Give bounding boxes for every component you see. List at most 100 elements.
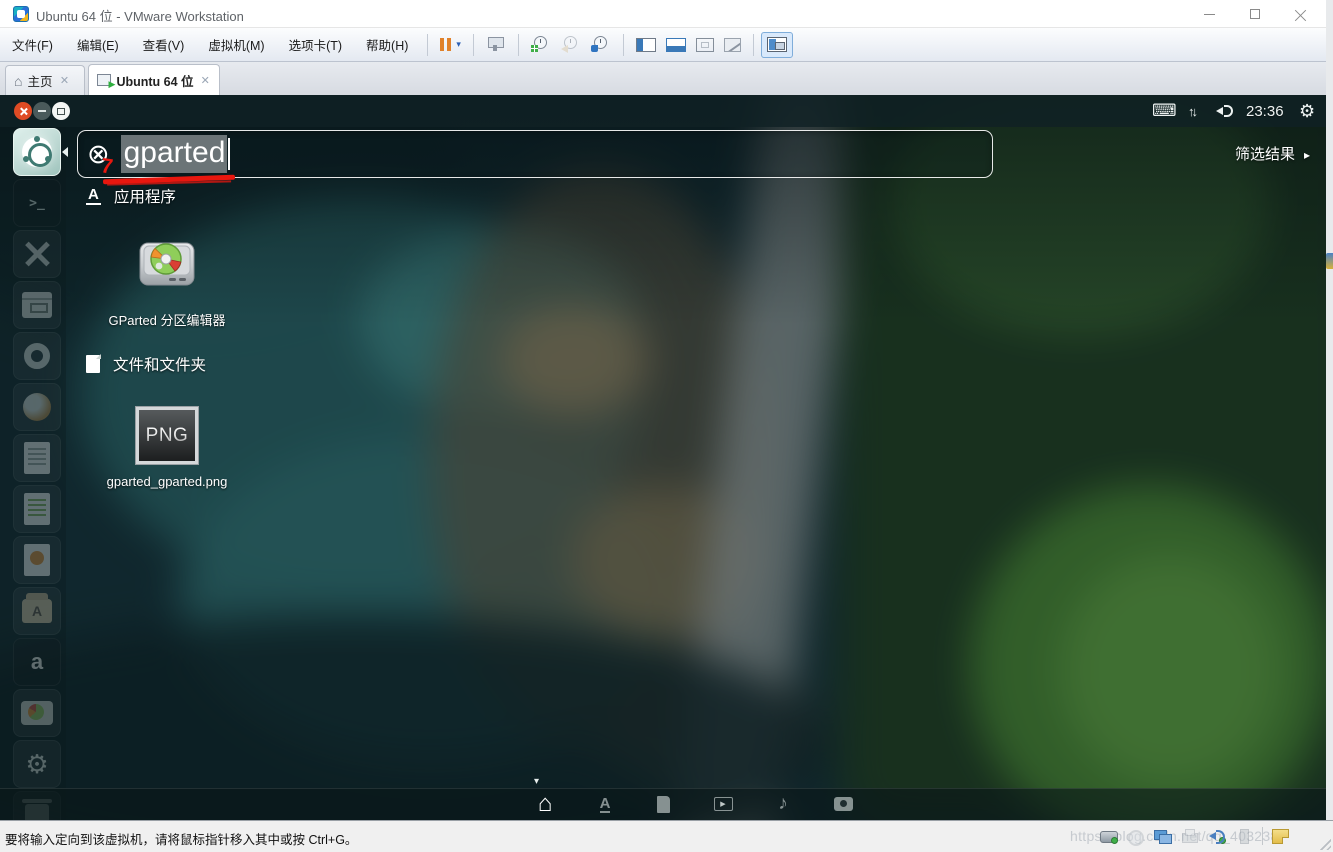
unity-mode-button[interactable] <box>719 32 746 58</box>
cdrom-icon[interactable] <box>1127 828 1145 844</box>
launcher-item-calc[interactable] <box>13 485 61 533</box>
dash-close-button[interactable] <box>14 102 32 120</box>
network-indicator-icon[interactable]: ↑↓ <box>1188 95 1195 127</box>
status-separator <box>1262 827 1263 845</box>
tab-home[interactable]: ⌂ 主页 ✕ <box>5 65 85 95</box>
settings-gear-icon: ⚙ <box>25 751 48 777</box>
chromium-icon <box>24 343 50 369</box>
editor-icon <box>24 241 50 267</box>
send-ctrl-alt-del-button[interactable] <box>481 32 511 58</box>
search-input[interactable]: gparted <box>121 135 228 174</box>
launcher-item-amazon[interactable]: a <box>13 638 61 686</box>
title-bar: Ubuntu 64 位 - VMware Workstation <box>0 0 1333 28</box>
dash-maximize-button[interactable] <box>52 102 70 120</box>
vm-display[interactable]: ⌨ ↑↓ 23:36 ⚙ >_ A a ⚙ ⊗ gparted <box>0 95 1326 820</box>
text-caret <box>228 138 230 170</box>
launcher-item-file-cabinet[interactable] <box>13 281 61 329</box>
minimize-button[interactable] <box>1186 0 1232 28</box>
console-view-button[interactable] <box>761 32 793 58</box>
search-result-png-file[interactable]: PNG gparted_gparted.png <box>87 407 247 489</box>
take-snapshot-button[interactable] <box>526 32 556 58</box>
launcher-item-firefox[interactable] <box>13 383 61 431</box>
lens-videos[interactable]: ▶ <box>703 788 743 820</box>
show-library-button[interactable] <box>631 32 661 58</box>
window-title: Ubuntu 64 位 - VMware Workstation <box>36 6 244 25</box>
chevron-down-icon[interactable]: ▾ <box>456 39 461 50</box>
unity-mode-icon <box>724 38 741 52</box>
dash-minimize-button[interactable] <box>33 102 51 120</box>
terminal-icon: >_ <box>29 196 45 211</box>
menu-file[interactable]: 文件(F) <box>0 28 65 61</box>
maximize-button[interactable] <box>1232 0 1278 28</box>
snapshot-revert-icon <box>561 36 581 54</box>
show-thumbnail-bar-button[interactable] <box>661 32 691 58</box>
hard-disk-icon[interactable] <box>1100 828 1118 844</box>
vm-screen-icon: ▶ <box>97 74 111 86</box>
launcher-item-chromium[interactable] <box>13 332 61 380</box>
keyboard-indicator-icon[interactable]: ⌨ <box>1152 95 1177 127</box>
printer-icon[interactable] <box>1181 828 1199 844</box>
collapse-arrow-icon[interactable]: ▾ <box>534 776 539 787</box>
host-icon-fragment <box>1326 253 1333 269</box>
fullscreen-button[interactable] <box>691 32 719 58</box>
calc-icon <box>24 493 50 525</box>
amazon-icon: a <box>31 651 43 673</box>
suspend-vm-button[interactable]: ▾ <box>435 32 466 58</box>
unity-launcher: >_ A a ⚙ <box>0 127 66 820</box>
launcher-item-terminal[interactable]: >_ <box>13 179 61 227</box>
launcher-item-writer[interactable] <box>13 434 61 482</box>
launcher-item-system-settings[interactable]: ⚙ <box>13 740 61 788</box>
lens-photos[interactable] <box>823 788 863 820</box>
lens-applications[interactable]: A <box>585 788 625 820</box>
manage-snapshots-button[interactable] <box>586 32 616 58</box>
tab-ubuntu-vm[interactable]: ▶ Ubuntu 64 位 ✕ <box>88 64 220 95</box>
usb-device-icon[interactable] <box>1235 828 1253 844</box>
lens-music[interactable]: ♪ <box>763 788 803 820</box>
firefox-icon <box>23 393 51 421</box>
launcher-item-impress[interactable] <box>13 536 61 584</box>
tab-close-icon[interactable]: ✕ <box>58 74 70 87</box>
png-file-icon: PNG <box>136 407 198 464</box>
tab-close-icon[interactable]: ✕ <box>200 74 211 87</box>
revert-snapshot-button[interactable] <box>556 32 586 58</box>
toolbar-separator <box>623 34 624 56</box>
sound-device-icon[interactable] <box>1208 828 1226 844</box>
file-cabinet-icon <box>22 292 52 318</box>
result-label: GParted 分区编辑器 <box>87 310 247 329</box>
software-center-icon: A <box>22 599 52 623</box>
device-status-icons <box>1100 827 1289 845</box>
file-lens-icon <box>657 796 670 813</box>
network-adapter-icon[interactable] <box>1154 828 1172 844</box>
lens-files[interactable] <box>643 788 683 820</box>
menu-tabs[interactable]: 选项卡(T) <box>277 28 354 61</box>
launcher-item-gparted[interactable] <box>13 689 61 737</box>
launcher-item-dash-home[interactable] <box>13 128 61 176</box>
tab-bar: ⌂ 主页 ✕ ▶ Ubuntu 64 位 ✕ <box>0 62 1333 95</box>
launcher-item-software-center[interactable]: A <box>13 587 61 635</box>
volume-indicator-icon[interactable] <box>1216 95 1236 127</box>
launcher-item-text-editor[interactable] <box>13 230 61 278</box>
gparted-app-icon <box>135 231 199 300</box>
lens-home[interactable]: ⌂ <box>525 788 565 820</box>
files-lens-icon <box>86 355 100 373</box>
menu-view[interactable]: 查看(V) <box>131 28 197 61</box>
toolbar-separator <box>753 34 754 56</box>
dash-search-bar[interactable]: ⊗ gparted <box>77 130 993 178</box>
menu-edit[interactable]: 编辑(E) <box>65 28 131 61</box>
message-log-icon[interactable] <box>1272 829 1289 844</box>
status-bar: 要将输入定向到该虚拟机，请将鼠标指针移入其中或按 Ctrl+G。 https:/… <box>0 820 1333 852</box>
snapshot-take-icon <box>531 36 551 54</box>
result-label: gparted_gparted.png <box>87 474 247 489</box>
console-view-icon <box>767 37 787 52</box>
close-button[interactable] <box>1278 0 1324 28</box>
menu-vm[interactable]: 虚拟机(M) <box>196 28 276 61</box>
session-gear-icon[interactable]: ⚙ <box>1299 95 1315 127</box>
ubuntu-top-panel <box>0 95 1326 127</box>
filter-results-button[interactable]: 筛选结果▸ <box>1120 143 1310 164</box>
menu-help[interactable]: 帮助(H) <box>354 28 420 61</box>
search-result-gparted-app[interactable]: GParted 分区编辑器 <box>87 231 247 329</box>
clock-indicator[interactable]: 23:36 <box>1246 95 1284 127</box>
library-panel-icon <box>636 38 656 52</box>
vmware-logo-icon <box>13 6 29 22</box>
pause-icon <box>440 38 451 51</box>
